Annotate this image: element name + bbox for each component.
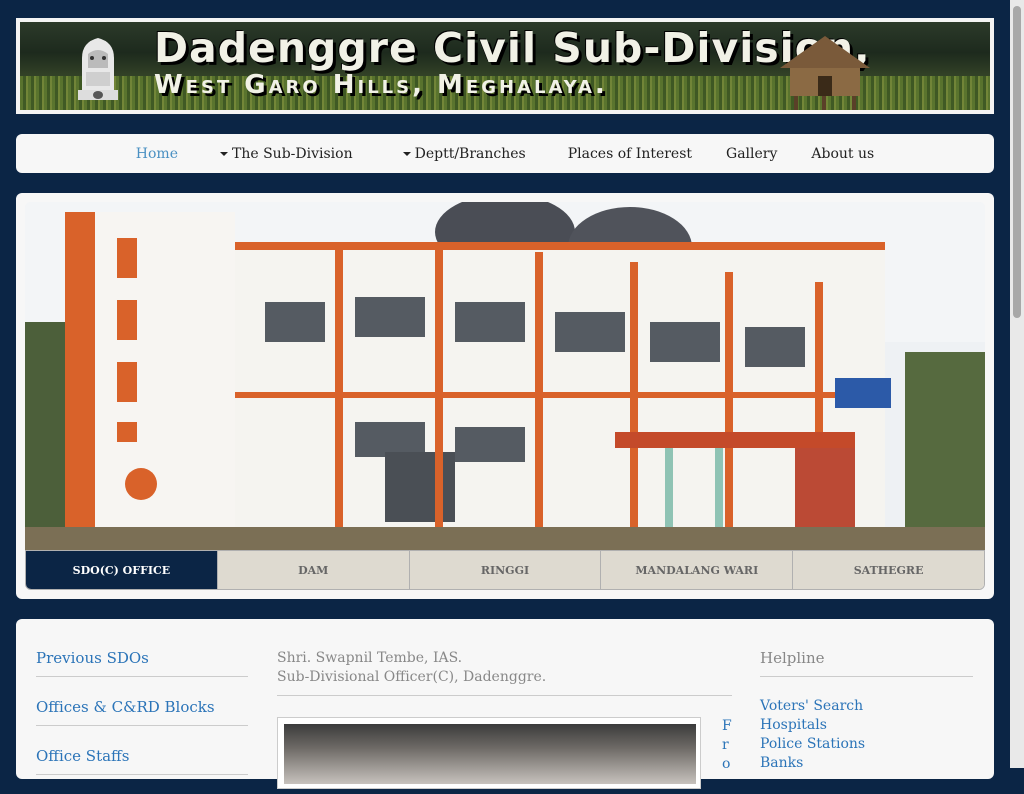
tab-ringgi[interactable]: RINGGI [409, 551, 602, 589]
nav-sub-division-label[interactable]: The Sub-Division [232, 146, 353, 162]
nav-places-label[interactable]: Places of Interest [568, 146, 692, 162]
nav-home[interactable]: Home [119, 146, 195, 162]
nav-about-label[interactable]: About us [811, 146, 874, 162]
helpline-title: Helpline [760, 649, 973, 677]
nav-places-of-interest[interactable]: Places of Interest [551, 146, 709, 162]
nav-about-us[interactable]: About us [794, 146, 891, 162]
caret-down-icon [220, 151, 228, 156]
officer-photo-frame [277, 717, 701, 789]
officer-section: Shri. Swapnil Tembe, IAS. Sub-Divisional… [277, 649, 732, 789]
tab-sdo-office[interactable]: SDO(C) OFFICE [26, 551, 218, 589]
slider-tabs: SDO(C) OFFICE DAM RINGGI MANDALANG WARI … [25, 550, 985, 590]
banner-image: Dadenggre Civil Sub-Division, West Garo … [20, 22, 990, 110]
banner-subtitle: West Garo Hills, Meghalaya. [154, 70, 608, 100]
scrollbar-thumb[interactable] [1013, 6, 1021, 318]
site-banner: Dadenggre Civil Sub-Division, West Garo … [16, 18, 994, 114]
officer-info: Shri. Swapnil Tembe, IAS. Sub-Divisional… [277, 649, 732, 696]
image-slider: SDO(C) OFFICE DAM RINGGI MANDALANG WARI … [16, 193, 994, 599]
helpline-section: Helpline Voters' Search Hospitals Police… [760, 649, 973, 773]
link-offices-crd-blocks[interactable]: Offices & C&RD Blocks [36, 696, 248, 726]
link-office-staffs[interactable]: Office Staffs [36, 745, 248, 775]
officer-name: Shri. Swapnil Tembe, IAS. [277, 650, 463, 666]
slide-image-sdo-office [25, 202, 985, 550]
nav-home-label[interactable]: Home [136, 146, 178, 162]
vertical-link-text[interactable]: Fro [722, 717, 734, 774]
tab-mandalang-wari[interactable]: MANDALANG WARI [601, 551, 794, 589]
officer-photo [284, 724, 696, 784]
nav-deptt-branches[interactable]: Deptt/Branches [386, 146, 543, 162]
link-voters-search[interactable]: Voters' Search [760, 697, 973, 716]
nav-gallery[interactable]: Gallery [709, 146, 794, 162]
sidebar-links: Previous SDOs Offices & C&RD Blocks Offi… [36, 647, 248, 794]
link-banks[interactable]: Banks [760, 754, 973, 773]
main-content: Previous SDOs Offices & C&RD Blocks Offi… [16, 619, 994, 789]
office-building-photo [25, 202, 985, 550]
nav-deptt-label[interactable]: Deptt/Branches [415, 146, 526, 162]
nav-gallery-label[interactable]: Gallery [726, 146, 777, 162]
tab-dam[interactable]: DAM [217, 551, 410, 589]
tab-sathegre[interactable]: SATHEGRE [793, 551, 984, 589]
link-police-stations[interactable]: Police Stations [760, 735, 973, 754]
national-emblem-icon [78, 38, 118, 100]
nav-the-sub-division[interactable]: The Sub-Division [203, 146, 370, 162]
link-hospitals[interactable]: Hospitals [760, 716, 973, 735]
officer-designation: Sub-Divisional Officer(C), Dadenggre. [277, 669, 547, 685]
scrollbar[interactable] [1010, 0, 1024, 768]
banner-title: Dadenggre Civil Sub-Division, [154, 24, 871, 72]
main-nav: Home The Sub-Division Deptt/Branches Pla… [16, 134, 994, 173]
caret-down-icon [402, 151, 411, 156]
link-previous-sdos[interactable]: Previous SDOs [36, 647, 248, 677]
hut-illustration [780, 36, 870, 110]
